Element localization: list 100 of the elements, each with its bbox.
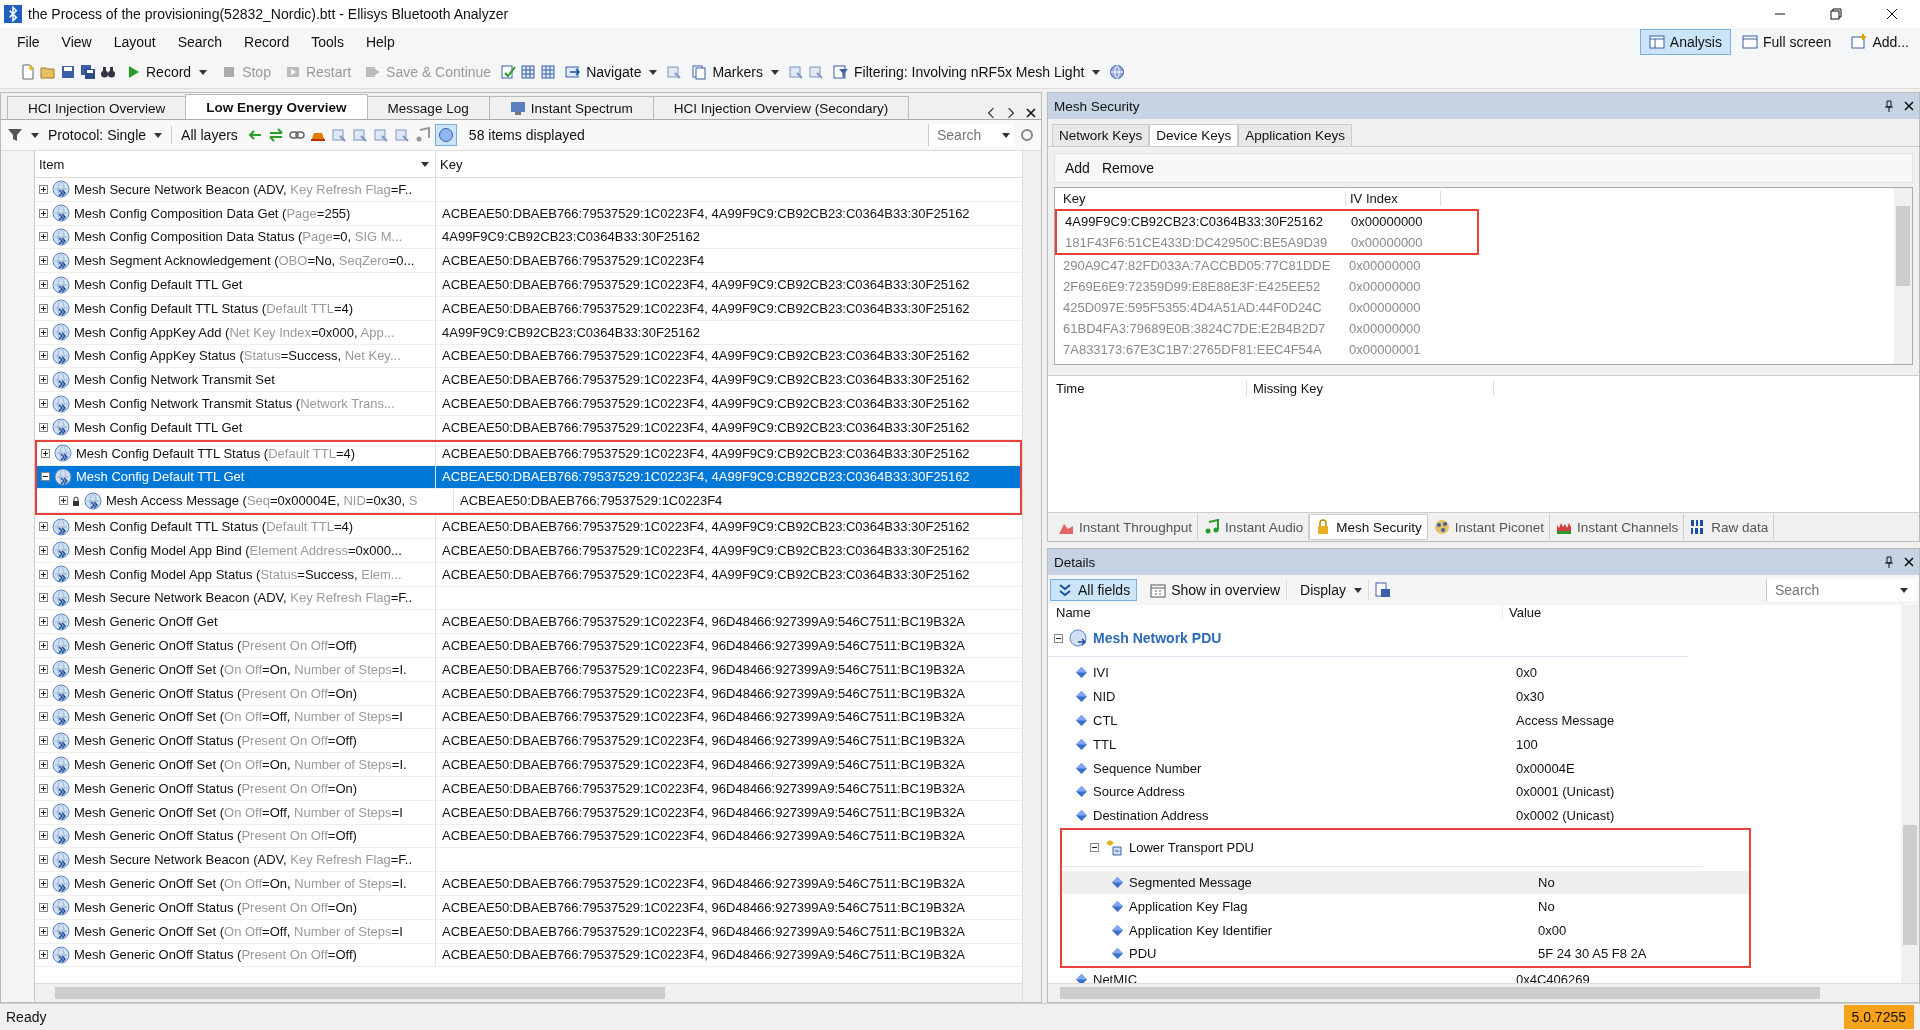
search-box[interactable]: Search [928,124,1014,146]
collapse-toggle[interactable] [41,472,50,482]
list-row[interactable]: Mesh Generic OnOff Set (On Off=Off, Number of Steps=I ACBEAE50:DBAEB766:79537529:1C0223F4, 96D48466:927399A9:546C7511:BC19B32A [35,800,1022,825]
expand-toggle[interactable] [39,736,48,746]
menu-item[interactable]: Search [166,34,234,50]
document-tab[interactable]: HCI Injection Overview [7,96,187,119]
list-row[interactable]: Mesh Config AppKey Add (Net Key Index=0x000, App... 4A99F9C9:CB92CB23:C0364B33:30F25162 [35,320,1022,345]
key-row[interactable]: 181F43F6:51CE433D:DC42950C:BE5A9D39 0x00000000 [1057,232,1477,253]
tool-icon[interactable] [393,127,410,143]
column-header[interactable]: Key [1063,191,1346,206]
horizontal-scrollbar[interactable] [35,983,1022,1002]
detail-row[interactable]: TTL 100 [1048,732,1901,757]
key-row[interactable]: 61BD4FA3:79689E0B:3824C7DE:E2B4B2D7 0x00000000 [1055,318,1894,339]
globe-icon[interactable] [435,125,456,145]
list-row[interactable]: Mesh Config Default TTL Status (Default TTL=4) ACBEAE50:DBAEB766:79537529:1C0223F4, 4A99F9C9:CB92CB23:C0364B33:30F25162 [35,297,1022,321]
menu-item[interactable]: Tools [300,34,355,50]
list-row[interactable]: Mesh Access Message (Seq=0x00004E, NID=0x30, S ACBEAE50:DBAEB766:79537529:1C0223F4 [37,489,1020,514]
list-row[interactable]: Mesh Generic OnOff Status (Present On Off=Off) ACBEAE50:DBAEB766:79537529:1C0223F4, 96D48466:927399A9:546C7511:BC19B32A [35,943,1022,968]
tool-icon[interactable] [372,127,389,143]
list-row[interactable]: Mesh Segment Acknowledgement (OBO=No, SeqZero=0... ACBEAE50:DBAEB766:79537529:1C0223F4 [35,249,1022,274]
vertical-scrollbar[interactable] [1901,605,1919,983]
expand-toggle[interactable] [39,855,48,865]
tool-tab[interactable]: Mesh Security [1309,514,1428,540]
list-row[interactable]: Mesh Generic OnOff Status (Present On Off=On) ACBEAE50:DBAEB766:79537529:1C0223F4, 96D48466:927399A9:546C7511:BC19B32A [35,681,1022,706]
expand-toggle[interactable] [39,617,48,627]
menu-item[interactable]: Record [233,34,301,50]
scroll-right-icon[interactable] [1006,107,1016,119]
list-row[interactable]: Mesh Generic OnOff Status (Present On Off=Off) ACBEAE50:DBAEB766:79537529:1C0223F4, 96D48466:927399A9:546C7511:BC19B32A [35,634,1022,658]
filter-icon[interactable] [7,127,23,143]
expand-toggle[interactable] [39,902,48,912]
list-row[interactable]: Mesh Config Model App Status (Status=Success, Elem... ACBEAE50:DBAEB766:79537529:1C0223F4, 4A99F9C9:CB92CB23:C0364B33:30F25162 [35,562,1022,587]
list-row[interactable]: Mesh Generic OnOff Set (On Off=Off, Number of Steps=I ACBEAE50:DBAEB766:79537529:1C0223F4, 96D48466:927399A9:546C7511:BC19B32A [35,705,1022,730]
detail-row[interactable]: Segmented Message No [1062,870,1749,895]
expand-toggle[interactable] [39,351,48,361]
list-row[interactable]: Mesh Generic OnOff Status (Present On Off=Off) ACBEAE50:DBAEB766:79537529:1C0223F4, 96D48466:927399A9:546C7511:BC19B32A [35,824,1022,849]
list-row[interactable]: Mesh Generic OnOff Get ACBEAE50:DBAEB766:79537529:1C0223F4, 96D48466:927399A9:546C7511:BC19B32A [35,610,1022,635]
detail-row[interactable]: Destination Address 0x0002 (Unicast) [1048,803,1901,828]
toolbar-button[interactable]: Display [1293,579,1369,601]
expand-toggle[interactable] [59,496,68,506]
vertical-scrollbar[interactable] [1022,151,1041,1002]
floppy-disks-icon[interactable] [80,64,96,80]
action-button[interactable]: Add [1061,157,1094,179]
pin-icon[interactable] [1884,556,1894,568]
export-icon[interactable] [1375,582,1391,598]
detail-row[interactable]: Application Key Identifier 0x00 [1062,918,1749,942]
swap-arrows-icon[interactable] [267,127,284,143]
list-row[interactable]: Mesh Config AppKey Status (Status=Success, Net Key... ACBEAE50:DBAEB766:79537529:1C0223F4, 4A99F9C9:CB92CB23:C0364B33:30F25162 [35,344,1022,369]
list-row[interactable]: Mesh Config Default TTL Get ACBEAE50:DBAEB766:79537529:1C0223F4, 4A99F9C9:CB92CB23:C0364B33:30F25162 [35,273,1022,297]
expand-toggle[interactable] [39,783,48,793]
list-row[interactable]: Mesh Config Default TTL Status (Default TTL=4) ACBEAE50:DBAEB766:79537529:1C0223F4, 4A99F9C9:CB92CB23:C0364B33:30F25162 [35,515,1022,539]
column-header[interactable]: Item [39,156,65,172]
detail-row[interactable]: CTL Access Message [1048,708,1901,733]
expand-toggle[interactable] [39,664,48,674]
list-row[interactable]: Mesh Config Network Transmit Set ACBEAE50:DBAEB766:79537529:1C0223F4, 4A99F9C9:CB92CB23:C0364B33:30F25162 [35,368,1022,393]
layers-button[interactable]: All layers [177,124,242,146]
column-header[interactable]: Time [1048,380,1247,396]
view-button[interactable]: Add... [1842,29,1918,55]
list-row[interactable]: Mesh Generic OnOff Set (On Off=On, Number of Steps=I. ACBEAE50:DBAEB766:79537529:1C0223F4, 96D48466:927399A9:546C7511:BC19B32A [35,872,1022,896]
toolbar-button[interactable]: Record [120,61,213,83]
close-icon[interactable] [1904,100,1914,112]
search-box[interactable]: Search [1766,579,1917,601]
list-row[interactable]: Mesh Generic OnOff Set (On Off=On, Number of Steps=I. ACBEAE50:DBAEB766:79537529:1C0223F4, 96D48466:927399A9:546C7511:BC19B32A [35,753,1022,777]
tool-icon[interactable] [788,64,804,80]
tool-icon[interactable] [330,127,347,143]
protocol-dropdown[interactable]: Protocol: Single [44,124,167,146]
search-field[interactable]: Search [1773,581,1897,599]
list-row[interactable]: Mesh Config Network Transmit Status (Network Trans... ACBEAE50:DBAEB766:79537529:1C0223F4, 4A99F9C9:CB92CB23:C0364B33:30F25162 [35,392,1022,416]
expand-toggle[interactable] [41,448,50,458]
key-row[interactable]: 7A833173:67E3C1B7:2765DF81:EEC4F54A 0x00000001 [1055,339,1894,360]
menu-item[interactable]: View [50,34,103,50]
tool-tab[interactable]: Instant Channels [1550,514,1685,540]
close-icon[interactable] [1904,556,1914,568]
list-row[interactable]: Mesh Secure Network Beacon (ADV, Key Refresh Flag=F.. [35,178,1022,202]
expand-toggle[interactable] [39,256,48,266]
collapse-toggle[interactable] [1054,633,1063,643]
toolbar-button[interactable]: Markers [686,61,784,83]
column-header[interactable]: IV Index [1346,191,1441,206]
key-row[interactable]: 2F69E6E9:72359D99:E8E88E3F:E425EE52 0x00000000 [1055,276,1894,297]
detail-row[interactable]: IVI 0x0 [1048,661,1901,685]
globe-icon[interactable] [1109,64,1126,80]
column-header[interactable]: Name [1048,605,1503,620]
list-row[interactable]: Mesh Config Default TTL Get ACBEAE50:DBAEB766:79537529:1C0223F4, 4A99F9C9:CB92CB23:C0364B33:30F25162 [35,415,1022,440]
list-row[interactable]: Mesh Config Default TTL Status (Default TTL=4) ACBEAE50:DBAEB766:79537529:1C0223F4, 4A99F9C9:CB92CB23:C0364B33:30F25162 [37,441,1020,466]
menu-item[interactable]: File [6,34,51,50]
tool-icon[interactable] [666,64,683,80]
toolbar-button[interactable]: Navigate [560,61,663,83]
key-row[interactable]: 4A99F9C9:CB92CB23:C0364B33:30F25162 0x00000000 [1057,211,1477,232]
search-field[interactable]: Search [935,126,999,144]
expand-toggle[interactable] [39,280,48,290]
document-tab[interactable]: Message Log [366,96,490,119]
expand-toggle[interactable] [39,375,48,385]
menu-item[interactable]: Help [354,34,406,50]
expand-toggle[interactable] [39,593,48,603]
expand-toggle[interactable] [39,926,48,936]
tool-tab[interactable]: Raw data [1684,514,1775,540]
vertical-scrollbar[interactable] [1894,188,1912,364]
panel-tab[interactable]: Network Keys [1052,124,1150,146]
expand-toggle[interactable] [39,303,48,313]
settings-icon[interactable] [1019,127,1035,143]
toolbar-button[interactable]: Filtering: Involving nRF5x Mesh Light [828,61,1106,83]
